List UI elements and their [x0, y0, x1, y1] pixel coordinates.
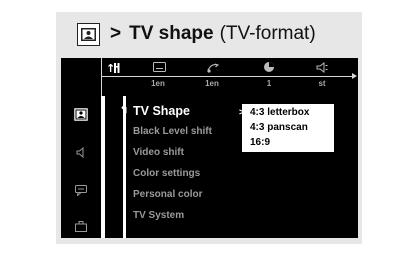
page-heading: > TV shape (TV-format): [77, 20, 316, 48]
speech-bubble-icon[interactable]: [73, 182, 89, 198]
option-letterbox[interactable]: 4:3 letterbox: [250, 107, 309, 118]
speaker-value: st: [318, 79, 326, 88]
page-subtitle: (TV-format): [219, 23, 316, 44]
subtitle-value: 1en: [151, 79, 165, 88]
option-16-9[interactable]: 16:9: [250, 137, 270, 148]
speaker-icon[interactable]: [73, 144, 89, 160]
sidebar: [61, 96, 101, 238]
subtitle-icon[interactable]: [151, 60, 167, 74]
osd-screen: ↑ 1en 1en 1 st ↰ TV Shape Black Level sh…: [61, 58, 358, 238]
menu-item-video-shift[interactable]: Video shift: [133, 147, 184, 158]
sidebar-divider: [101, 96, 105, 238]
briefcase-icon[interactable]: [73, 218, 89, 234]
topbar-divider: [101, 58, 102, 96]
menu-item-tv-system[interactable]: TV System: [133, 210, 184, 221]
tv-shape-dropdown: 4:3 letterbox 4:3 panscan 16:9: [242, 104, 334, 152]
selection-arrow-icon: ↰: [120, 105, 129, 116]
timeline-arrow: [352, 73, 357, 79]
top-bar: ↑ 1en 1en 1 st: [61, 58, 358, 96]
tv-screen-icon: [77, 22, 100, 46]
speaker-icon[interactable]: [314, 60, 330, 74]
menu-item-black-level-shift[interactable]: Black Level shift: [133, 126, 212, 137]
menu-item-color-settings[interactable]: Color settings: [133, 168, 200, 179]
menu-divider: [123, 96, 126, 238]
page-title: TV shape: [129, 23, 214, 44]
audio-icon[interactable]: [204, 60, 220, 74]
angle-icon[interactable]: [261, 60, 277, 74]
svg-text:↑: ↑: [106, 62, 115, 74]
menu-item-personal-color[interactable]: Personal color: [133, 189, 202, 200]
audio-value: 1en: [205, 79, 219, 88]
option-panscan[interactable]: 4:3 panscan: [250, 122, 308, 133]
heading-arrow: >: [110, 23, 122, 44]
tools-icon[interactable]: ↑: [103, 60, 125, 74]
angle-value: 1: [266, 79, 272, 88]
menu-item-tv-shape[interactable]: TV Shape: [133, 104, 190, 118]
topbar-timeline: [101, 76, 353, 77]
tv-screen-icon[interactable]: [73, 106, 89, 122]
